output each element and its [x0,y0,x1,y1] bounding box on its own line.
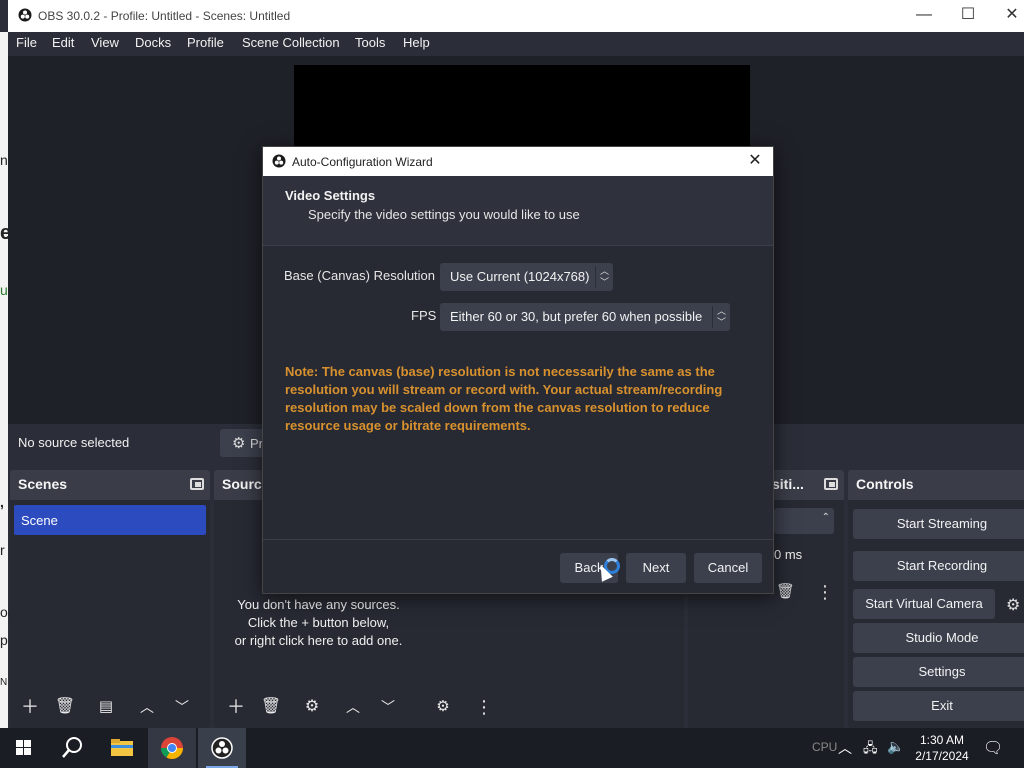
background-text-fragment: n [0,152,8,168]
updown-icon: ⌃ [821,512,830,523]
auto-config-wizard-dialog: Auto-Configuration Wizard ✕ Video Settin… [262,146,774,594]
dialog-close-button[interactable]: ✕ [745,151,765,171]
virtual-camera-settings-icon[interactable]: ⚙ [1006,595,1020,615]
undock-icon[interactable] [824,478,838,490]
empty-sources-line: or right click here to add one. [234,633,403,648]
resolution-select[interactable]: Use Current (1024x768) ︿ ﹀ [440,263,613,291]
next-button[interactable]: Next [626,553,686,583]
file-explorer-icon[interactable] [98,728,146,768]
controls-dock-title: Controls [856,476,914,492]
window-title: OBS 30.0.2 - Profile: Untitled - Scenes:… [38,9,291,23]
start-recording-button[interactable]: Start Recording [853,551,1024,581]
settings-button[interactable]: Settings [853,657,1024,687]
page-title: Video Settings [285,188,376,203]
menubar: File Edit View Docks Profile Scene Colle… [8,32,1024,56]
resolution-label: Base (Canvas) Resolution [284,268,436,283]
start-streaming-button[interactable]: Start Streaming [853,509,1024,539]
menu-docks[interactable]: Docks [135,35,171,50]
transition-menu-button[interactable]: ⋮ [816,582,834,603]
page-subtitle: Specify the video settings you would lik… [308,207,580,222]
audio-menu-button[interactable]: ⋮ [469,694,499,720]
notification-icon[interactable]: 🗨 [983,738,1003,758]
background-window-strip: n e ur , r oa p N F [0,32,16,753]
volume-muted-icon[interactable]: 🔈 [887,738,904,755]
fps-select[interactable]: Either 60 or 30, but prefer 60 when poss… [440,303,730,331]
network-icon[interactable]: 🖧 [863,739,878,761]
background-text-fragment: , [0,494,4,510]
clock-date: 2/17/2024 [915,749,969,763]
resolution-note: Note: The canvas (base) resolution is no… [285,364,723,433]
move-source-down-button[interactable]: ﹀ [373,694,403,720]
obs-logo-icon [272,154,286,168]
windows-start-icon[interactable] [0,728,48,768]
menu-file[interactable]: File [16,35,37,50]
chrome-icon[interactable] [148,728,196,768]
menu-scene-collection[interactable]: Scene Collection [242,35,340,50]
start-virtual-camera-button[interactable]: Start Virtual Camera [853,589,995,619]
status-text: CPU [812,740,838,754]
background-text-fragment: r [0,542,5,558]
studio-mode-button[interactable]: Studio Mode [853,623,1024,653]
add-scene-button[interactable]: ＋ [15,694,45,720]
undock-icon[interactable] [190,478,204,490]
scene-list-item[interactable]: Scene [14,505,206,535]
no-source-label: No source selected [18,435,130,450]
empty-sources-line: Click the + button below, [247,615,390,630]
menu-edit[interactable]: Edit [52,35,74,50]
updown-icon: ︿ ﹀ [595,266,613,288]
duration-value: 0 ms [774,547,803,562]
obs-logo-icon [18,8,32,22]
menu-help[interactable]: Help [403,35,430,50]
chevron-up-icon[interactable]: ︿ [838,738,852,758]
resolution-value: Use Current (1024x768) [450,269,590,284]
search-icon[interactable] [48,728,96,768]
source-properties-button[interactable]: ⚙ [297,694,327,720]
menu-view[interactable]: View [91,35,119,50]
add-source-button[interactable]: ＋ [221,694,251,720]
scenes-dock-header: Scenes [10,470,210,500]
transition-select[interactable]: ⌃ [774,508,834,534]
scene-item-label: Scene [21,513,58,528]
transitions-dock-title: siti... [772,476,804,492]
fps-value: Either 60 or 30, but prefer 60 when poss… [450,309,703,324]
empty-sources-message: You don't have any sources. Click the + … [216,596,421,650]
dialog-titlebar: Auto-Configuration Wizard ✕ [263,147,773,176]
obs-icon[interactable] [198,728,246,768]
remove-scene-button[interactable]: 🗑 [50,694,80,720]
window-titlebar: OBS 30.0.2 - Profile: Untitled - Scenes:… [8,0,1024,32]
menu-profile[interactable]: Profile [187,35,224,50]
background-text-fragment: p [0,632,8,648]
move-scene-down-button[interactable]: ﹀ [167,694,197,720]
dialog-title: Auto-Configuration Wizard [292,155,433,169]
scenes-dock-title: Scenes [18,476,68,492]
remove-source-button[interactable]: 🗑 [256,694,286,720]
maximize-button[interactable]: ☐ [946,4,990,28]
audio-settings-button[interactable]: ⚙ [428,694,458,720]
move-scene-up-button[interactable]: ︿ [132,694,162,720]
transition-duration[interactable]: 0 ms [774,542,834,568]
controls-dock-header: Controls [848,470,1024,500]
fps-label: FPS [411,308,437,323]
sources-dock-title: Sourc [222,476,262,492]
cancel-button[interactable]: Cancel [694,553,762,583]
move-source-up-button[interactable]: ︿ [338,694,368,720]
close-button[interactable]: ✕ [990,4,1024,28]
minimize-button[interactable]: — [902,4,946,28]
dialog-header: Video Settings Specify the video setting… [263,176,773,246]
empty-sources-line: You don't have any sources. [237,597,400,612]
taskbar-clock[interactable]: 1:30 AM 2/17/2024 [912,732,972,764]
menu-tools[interactable]: Tools [355,35,385,50]
clock-time: 1:30 AM [919,733,965,747]
taskbar: CPU ︿ 🖧 🔈 🗨 [0,728,1024,768]
exit-button[interactable]: Exit [853,691,1024,721]
remove-transition-button[interactable]: 🗑 [776,582,795,600]
updown-icon: ︿ ﹀ [712,306,730,328]
scene-filter-button[interactable]: ▤ [91,694,121,720]
gear-icon: ⚙ [232,435,246,452]
background-text-fragment: N [0,677,8,688]
